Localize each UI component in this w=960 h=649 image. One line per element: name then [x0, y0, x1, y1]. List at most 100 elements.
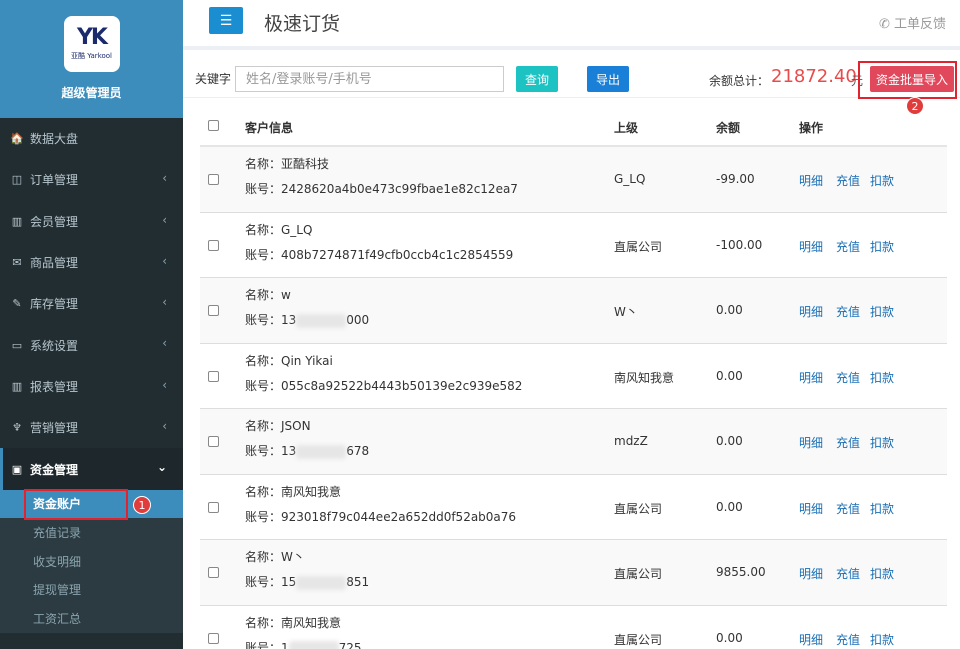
sidebar-item-products[interactable]: ✉ 商品管理 ‹ [0, 242, 183, 283]
deduct-link[interactable]: 扣款 [870, 434, 894, 451]
keyword-label: 关键字 [195, 72, 232, 86]
deduct-link[interactable]: 扣款 [870, 631, 894, 648]
submenu-item-recharge-records[interactable]: 充值记录 [0, 518, 183, 547]
deduct-link[interactable]: 扣款 [870, 369, 894, 386]
logo[interactable]: YK 亚酷 Yarkool [63, 16, 120, 72]
detail-link[interactable]: 明细 [799, 631, 823, 648]
parent-cell: G_LQ [614, 172, 646, 186]
hamburger-icon: ☰ [219, 12, 233, 29]
row-checkbox[interactable] [208, 370, 219, 382]
sidebar-item-orders[interactable]: ◫ 订单管理 ‹ [0, 159, 183, 200]
row-checkbox[interactable] [208, 632, 219, 644]
table-row: 名称：w 账号：13 000 W丶 0.00 明细 充值 扣款 [200, 278, 947, 344]
main-content: 关键字 查询 导出 余额总计： 21872.40 元 资金批量导入 客户信息 上… [183, 50, 960, 649]
table-row: 名称：南风知我意 账号：1 725 直属公司 0.00 明细 充值 扣款 [200, 606, 947, 649]
deduct-link[interactable]: 扣款 [870, 303, 894, 320]
detail-link[interactable]: 明细 [799, 500, 823, 517]
row-checkbox[interactable] [208, 436, 219, 447]
detail-link[interactable]: 明细 [799, 303, 823, 320]
annotation-badge-2: 2 [906, 97, 924, 115]
sidebar: YK 亚酷 Yarkool 超级管理员 🏠 数据大盘 ◫ 订单管理 ‹ ▥ 会员管理 ‹ … [0, 0, 183, 649]
row-checkbox[interactable] [208, 239, 219, 251]
sidebar-item-label: 营销管理 [30, 421, 79, 436]
recharge-link[interactable]: 充值 [836, 238, 860, 255]
recharge-link[interactable]: 充值 [836, 434, 860, 451]
balance-cell: 0.00 [716, 434, 743, 448]
brand: YK 亚酷 Yarkool 超级管理员 [0, 0, 183, 118]
row-checkbox[interactable] [208, 305, 219, 316]
sidebar-item-label: 库存管理 [30, 297, 79, 312]
sidebar-item-settings[interactable]: ▭ 系统设置 ‹ [0, 324, 183, 365]
query-button[interactable]: 查询 [516, 66, 558, 92]
recharge-link[interactable]: 充值 [836, 565, 860, 582]
envelope-icon: ✉ [12, 256, 22, 270]
customer-name: 名称：Qin Yikai [245, 353, 333, 368]
highlight-box-1 [24, 489, 128, 520]
account-suffix: 725 [338, 640, 362, 649]
detail-link[interactable]: 明细 [799, 369, 823, 386]
page-title: 极速订货 [264, 13, 341, 35]
chart-icon: ▥ [11, 214, 23, 228]
table-row: 名称：G_LQ 账号：408b7274871f49cfb0ccb4c1c28545… [200, 213, 947, 278]
sidebar-item-marketing[interactable]: ♆ 营销管理 ‹ [0, 407, 183, 448]
deduct-link[interactable]: 扣款 [870, 172, 894, 189]
select-all-checkbox[interactable] [208, 120, 219, 131]
recharge-link[interactable]: 充值 [836, 172, 860, 189]
account-prefix: 账号：923018f79c044ee2a652dd0f52ab0a76 [245, 509, 517, 524]
recharge-link[interactable]: 充值 [836, 303, 860, 320]
recharge-link[interactable]: 充值 [836, 500, 860, 517]
deduct-link[interactable]: 扣款 [870, 565, 894, 582]
submenu-item-salary-summary[interactable]: 工资汇总 [0, 604, 183, 633]
header-info: 客户信息 [245, 121, 294, 135]
chevron-left-icon: ‹ [162, 295, 167, 310]
chat-icon: ✆ [878, 17, 890, 32]
balance-cell: -99.00 [716, 172, 755, 186]
monitor-icon: ▭ [11, 338, 23, 352]
customer-name: 名称：JSON [245, 419, 311, 433]
balance-cell: 0.00 [716, 630, 743, 645]
chevron-left-icon: ‹ [162, 419, 167, 434]
parent-cell: 直属公司 [614, 501, 663, 516]
detail-link[interactable]: 明细 [799, 172, 823, 189]
search-bar: 关键字 查询 导出 余额总计： 21872.40 元 资金批量导入 [183, 50, 960, 99]
detail-link[interactable]: 明细 [799, 238, 823, 255]
sidebar-item-label: 数据大盘 [30, 132, 79, 147]
deduct-link[interactable]: 扣款 [870, 238, 894, 255]
sidebar-item-label: 会员管理 [30, 214, 79, 229]
menu-toggle-button[interactable]: ☰ [209, 7, 243, 34]
header-balance: 余额 [716, 121, 741, 135]
deduct-link[interactable]: 扣款 [870, 500, 894, 517]
bar-chart-icon: ▥ [11, 379, 23, 393]
masked-segment [296, 575, 347, 590]
recharge-link[interactable]: 充值 [836, 369, 860, 386]
edit-icon: ✎ [12, 297, 22, 311]
sidebar-item-inventory[interactable]: ✎ 库存管理 ‹ [0, 283, 183, 324]
row-checkbox[interactable] [208, 174, 219, 185]
table-row: 名称：Qin Yikai 账号：055c8a92522b4443b50139e2c… [200, 344, 947, 409]
submenu-item-withdrawals[interactable]: 提现管理 [0, 575, 183, 604]
table-row: 名称：JSON 账号：13 678 mdzZ 0.00 明细 充值 扣款 [200, 409, 947, 475]
chevron-left-icon: ‹ [162, 377, 167, 392]
highlight-box-2 [858, 61, 957, 99]
account-prefix: 账号：2428620a4b0e473c99fbae1e82c12ea7 [245, 182, 518, 196]
row-checkbox[interactable] [208, 567, 219, 578]
sidebar-item-members[interactable]: ▥ 会员管理 ‹ [0, 201, 183, 242]
table-row: 名称：亚酷科技 账号：2428620a4b0e473c99fbae1e82c12e… [200, 147, 947, 213]
keyword-input[interactable] [235, 66, 504, 92]
account-prefix: 账号：408b7274871f49cfb0ccb4c1c2854559 [245, 247, 514, 262]
detail-link[interactable]: 明细 [799, 434, 823, 451]
sidebar-item-reports[interactable]: ▥ 报表管理 ‹ [0, 366, 183, 407]
customer-account: 账号：923018f79c044ee2a652dd0f52ab0a76 [245, 508, 516, 525]
customer-name: 名称：G_LQ [245, 222, 313, 237]
detail-link[interactable]: 明细 [799, 565, 823, 582]
sidebar-item-funds[interactable]: ▣ 资金管理 ⌄ [0, 448, 183, 490]
user-role: 超级管理员 [61, 86, 122, 100]
export-button[interactable]: 导出 [587, 66, 629, 92]
sidebar-item-dashboard[interactable]: 🏠 数据大盘 [0, 118, 183, 159]
feedback-link[interactable]: ✆ 工单反馈 [879, 13, 946, 32]
submenu-item-income-expense[interactable]: 收支明细 [0, 547, 183, 576]
account-prefix: 账号：13 [245, 313, 297, 327]
total-balance-value: 21872.40 [771, 66, 857, 87]
row-checkbox[interactable] [208, 501, 219, 513]
recharge-link[interactable]: 充值 [836, 631, 860, 648]
